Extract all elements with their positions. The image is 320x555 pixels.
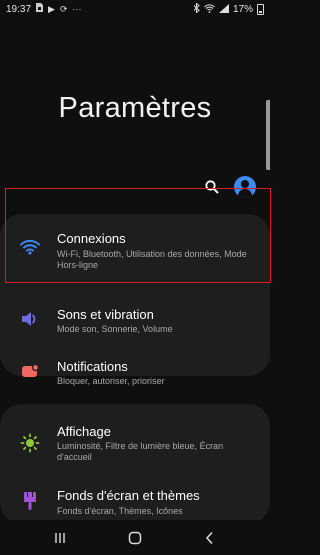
highlight-box <box>5 188 271 283</box>
item-title: Affichage <box>57 424 111 439</box>
status-bar: 19:37 ▶ ⟳ ··· 17% <box>0 0 270 20</box>
account-icon <box>241 180 249 188</box>
item-title: Notifications <box>57 359 128 374</box>
battery-percent: 17% <box>232 4 253 15</box>
brightness-icon <box>19 432 41 454</box>
item-title: Fonds d'écran et thèmes <box>57 488 200 503</box>
settings-item-notifications[interactable]: Notifications Bloquer, autoriser, priori… <box>0 356 270 386</box>
status-time: 19:37 <box>6 3 32 15</box>
recent-apps-icon <box>55 533 65 543</box>
sim-icon <box>36 3 44 15</box>
item-subtitle: Fonds d'écran, Thèmes, Icônes <box>57 506 183 516</box>
more-dots-icon: ··· <box>72 4 82 14</box>
volume-icon <box>19 308 41 330</box>
wifi-icon <box>204 3 215 16</box>
navigation-bar <box>0 520 270 555</box>
item-subtitle: Luminosité, Filtre de lumière bleue, Écr… <box>57 441 224 462</box>
settings-item-affichage[interactable]: Affichage Luminosité, Filtre de lumière … <box>0 420 270 464</box>
home-button[interactable] <box>123 528 147 548</box>
play-icon: ▶ <box>48 4 55 14</box>
battery-icon <box>257 4 264 15</box>
scroll-indicator[interactable] <box>266 100 270 170</box>
settings-card-display: Affichage Luminosité, Filtre de lumière … <box>0 404 270 524</box>
item-subtitle: Bloquer, autoriser, prioriser <box>57 376 165 386</box>
sync-icon: ⟳ <box>59 4 68 14</box>
home-icon <box>128 531 142 545</box>
paintbrush-icon <box>19 490 41 512</box>
recent-apps-button[interactable] <box>48 528 72 548</box>
settings-item-sons-vibration[interactable]: Sons et vibration Mode son, Sonnerie, Vo… <box>0 304 270 334</box>
item-subtitle: Mode son, Sonnerie, Volume <box>57 324 173 334</box>
settings-item-fonds-ecran[interactable]: Fonds d'écran et thèmes Fonds d'écran, T… <box>0 484 270 518</box>
back-button[interactable] <box>198 528 222 548</box>
bluetooth-icon <box>193 2 200 16</box>
back-icon <box>205 531 213 545</box>
signal-icon <box>218 3 229 16</box>
item-title: Sons et vibration <box>57 307 154 322</box>
notification-icon <box>19 360 41 382</box>
page-title: Paramètres <box>58 92 212 124</box>
